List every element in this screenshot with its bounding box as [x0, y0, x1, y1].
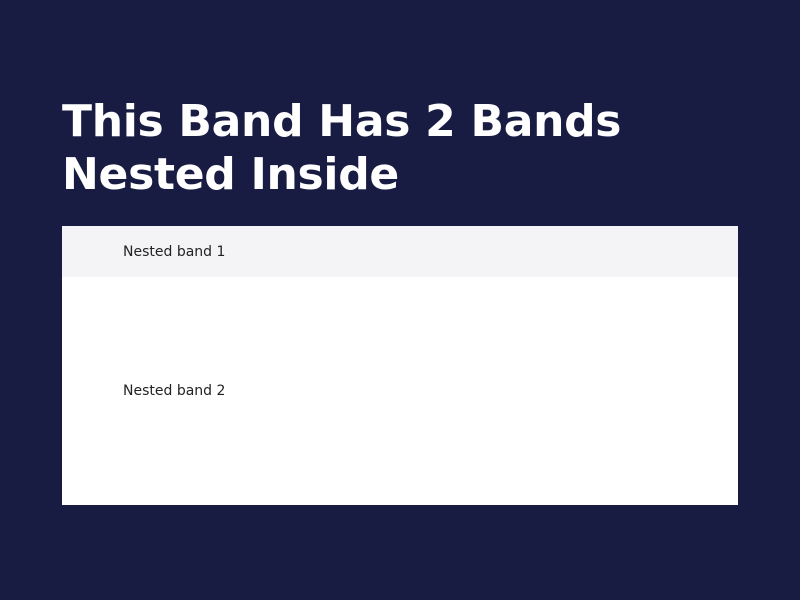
- nested-bands-container: Nested band 1 Nested band 2: [62, 226, 738, 505]
- outer-band: This Band Has 2 Bands Nested Inside Nest…: [0, 0, 800, 600]
- nested-band-1: Nested band 1: [62, 226, 738, 277]
- nested-band-2: Nested band 2: [62, 277, 738, 505]
- nested-band-2-label: Nested band 2: [123, 383, 226, 399]
- nested-band-1-label: Nested band 1: [123, 243, 226, 260]
- band-heading-line-2: Nested Inside: [62, 149, 399, 200]
- band-heading-line-1: This Band Has 2 Bands: [62, 96, 622, 147]
- band-heading: This Band Has 2 Bands Nested Inside: [62, 95, 682, 201]
